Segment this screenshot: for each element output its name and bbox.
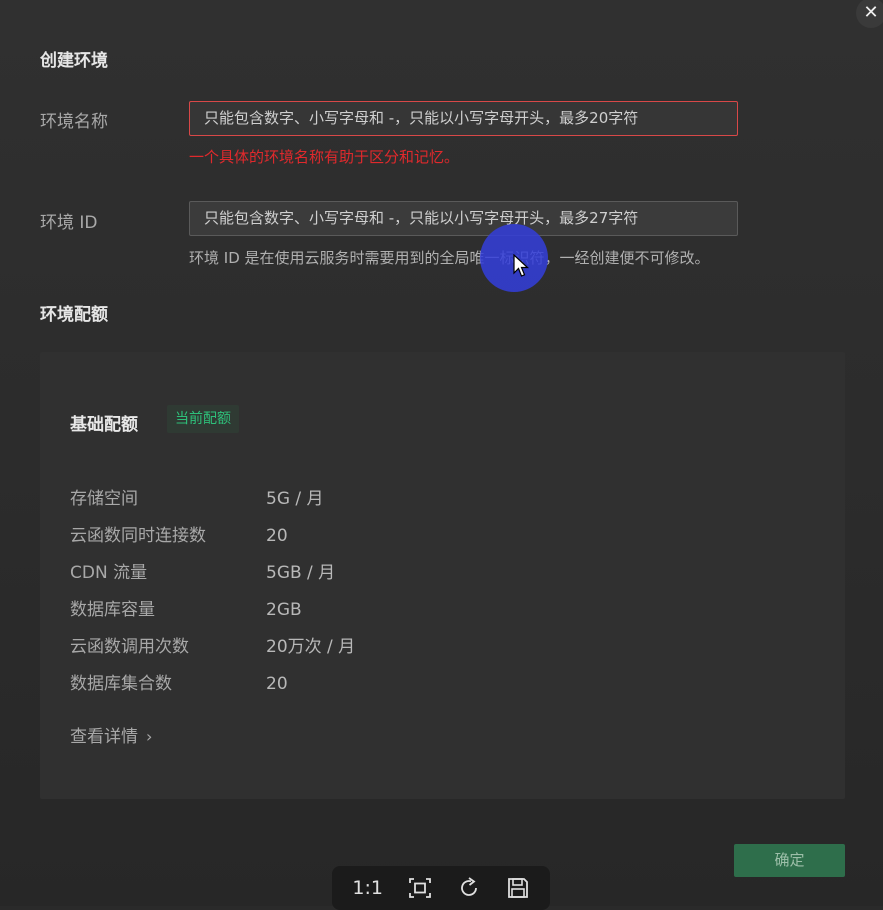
quota-row: CDN 流量 5GB / 月: [70, 561, 335, 585]
quota-row: 云函数调用次数 20万次 / 月: [70, 635, 355, 659]
quota-card: 基础配额 当前配额 存储空间 5G / 月 云函数同时连接数 20 CDN 流量 5G…: [40, 352, 845, 799]
quota-value: 5GB / 月: [266, 563, 336, 583]
env-name-input[interactable]: 只能包含数字、小写字母和 -，只能以小写字母开头，最多20字符: [189, 101, 738, 136]
dialog-title: 创建环境: [40, 51, 108, 71]
quota-key: 数据库容量: [70, 600, 155, 620]
env-id-input[interactable]: 只能包含数字、小写字母和 -，只能以小写字母开头，最多27字符: [189, 201, 738, 236]
quota-row: 存储空间 5G / 月: [70, 487, 324, 511]
quota-key: 云函数调用次数: [70, 637, 189, 657]
quota-key: 存储空间: [70, 489, 138, 509]
env-name-label: 环境名称: [40, 112, 108, 132]
create-environment-dialog: ✕ 创建环境 环境名称 只能包含数字、小写字母和 -，只能以小写字母开头，最多2…: [0, 0, 883, 906]
image-viewer-toolbar: 1:1: [332, 866, 550, 910]
quota-key: CDN 流量: [70, 563, 148, 583]
actual-size-icon[interactable]: 1:1: [352, 873, 383, 903]
quota-row: 数据库容量 2GB: [70, 598, 302, 622]
rotate-icon[interactable]: [457, 873, 481, 903]
quota-row: 数据库集合数 20: [70, 672, 288, 696]
current-plan-badge: 当前配额: [167, 405, 239, 433]
quota-value: 5G / 月: [266, 489, 324, 509]
chevron-right-icon: ›: [146, 727, 153, 746]
close-icon[interactable]: ✕: [856, 0, 883, 28]
confirm-button[interactable]: 确定: [734, 844, 845, 877]
env-id-label: 环境 ID: [40, 213, 98, 233]
view-details-link[interactable]: 查看详情 ›: [70, 722, 152, 747]
quota-key: 数据库集合数: [70, 674, 172, 694]
quota-key: 云函数同时连接数: [70, 526, 206, 546]
save-icon[interactable]: [506, 873, 530, 903]
view-details-label: 查看详情: [70, 727, 138, 747]
quota-row: 云函数同时连接数 20: [70, 524, 288, 548]
quota-value: 2GB: [266, 600, 302, 620]
quota-section-title: 环境配额: [40, 305, 108, 325]
quota-value: 20: [266, 526, 288, 546]
mouse-pointer-icon: [513, 254, 529, 277]
env-name-error: 一个具体的环境名称有助于区分和记忆。: [189, 148, 460, 166]
plan-name: 基础配额: [70, 415, 138, 435]
fit-screen-icon[interactable]: [408, 873, 432, 903]
quota-value: 20万次 / 月: [266, 637, 356, 657]
quota-value: 20: [266, 674, 288, 694]
